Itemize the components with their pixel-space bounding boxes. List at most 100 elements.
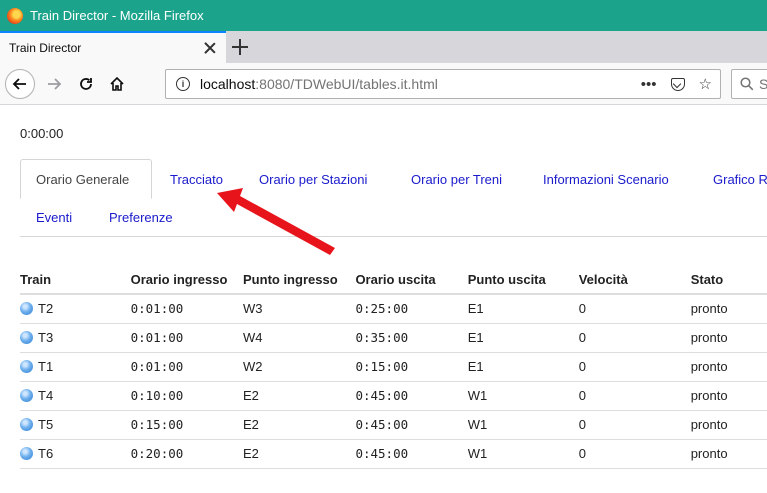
pocket-icon[interactable] bbox=[670, 77, 685, 91]
tab-orario-generale[interactable]: Orario Generale bbox=[20, 159, 152, 199]
cell-train: T5 bbox=[20, 410, 131, 440]
site-info-icon[interactable]: i bbox=[176, 77, 190, 91]
url-text[interactable]: localhost:8080/TDWebUI/tables.it.html bbox=[200, 76, 641, 92]
cell-punto-ingresso: E2 bbox=[243, 381, 356, 411]
train-id[interactable]: T2 bbox=[38, 301, 53, 316]
cell-velocita: 0 bbox=[578, 294, 691, 324]
cell-orario-ingresso: 0:10:00 bbox=[130, 381, 244, 411]
home-icon bbox=[110, 76, 124, 91]
cell-punto-uscita: W1 bbox=[467, 381, 579, 411]
arrow-left-icon bbox=[12, 78, 26, 90]
cell-punto-ingresso: W2 bbox=[243, 352, 356, 382]
window-title: Train Director - Mozilla Firefox bbox=[30, 8, 204, 23]
train-id[interactable]: T6 bbox=[38, 446, 53, 461]
browser-tab-strip: Train Director bbox=[0, 31, 767, 63]
cell-orario-ingresso: 0:01:00 bbox=[130, 323, 244, 353]
table-row[interactable]: T6 0:20:00 E2 0:45:00 W1 0 pronto bbox=[20, 439, 767, 469]
cell-orario-ingresso: 0:01:00 bbox=[130, 352, 244, 382]
cell-stato: pronto bbox=[690, 381, 767, 411]
cell-punto-uscita: W1 bbox=[467, 410, 579, 440]
back-button[interactable] bbox=[5, 69, 35, 99]
firefox-logo-icon bbox=[7, 7, 23, 24]
tab-preferenze[interactable]: Preferenze bbox=[109, 199, 173, 235]
cell-punto-uscita: E1 bbox=[467, 352, 579, 382]
cell-punto-ingresso: W4 bbox=[243, 323, 356, 353]
train-status-dot-icon bbox=[20, 360, 33, 373]
cell-punto-ingresso: E2 bbox=[243, 439, 356, 469]
cell-orario-uscita: 0:25:00 bbox=[355, 294, 468, 324]
train-status-dot-icon bbox=[20, 302, 33, 316]
header-punto-uscita[interactable]: Punto uscita bbox=[467, 266, 579, 295]
table-row[interactable]: T5 0:15:00 E2 0:45:00 W1 0 pronto bbox=[20, 410, 767, 440]
cell-velocita: 0 bbox=[578, 381, 691, 411]
header-orario-uscita[interactable]: Orario uscita bbox=[355, 266, 468, 295]
train-id[interactable]: T5 bbox=[38, 417, 53, 432]
cell-punto-ingresso: E2 bbox=[243, 410, 356, 440]
train-status-dot-icon bbox=[20, 447, 33, 460]
reload-button[interactable] bbox=[71, 69, 101, 99]
tab-tracciato[interactable]: Tracciato bbox=[170, 159, 223, 199]
cell-train: T1 bbox=[20, 352, 131, 382]
cell-orario-ingresso: 0:20:00 bbox=[130, 439, 244, 469]
url-bar[interactable]: i localhost:8080/TDWebUI/tables.it.html … bbox=[165, 69, 721, 99]
home-button[interactable] bbox=[102, 69, 132, 99]
bookmark-star-icon[interactable]: ☆ bbox=[699, 75, 712, 93]
trains-table: Train Orario ingresso Punto ingresso Ora… bbox=[20, 266, 767, 469]
tab-orario-per-stazioni[interactable]: Orario per Stazioni bbox=[259, 159, 367, 199]
header-stato[interactable]: Stato bbox=[690, 266, 767, 295]
train-status-dot-icon bbox=[20, 331, 33, 344]
header-velocita[interactable]: Velocità bbox=[578, 266, 691, 295]
close-tab-icon[interactable] bbox=[202, 40, 218, 56]
train-status-dot-icon bbox=[20, 389, 33, 402]
app-tabs-row-2: Eventi Preferenze bbox=[20, 199, 767, 237]
cell-stato: pronto bbox=[690, 352, 767, 382]
cell-stato: pronto bbox=[690, 410, 767, 440]
tab-grafico[interactable]: Grafico R bbox=[713, 159, 767, 199]
tabs-divider bbox=[20, 236, 767, 237]
reload-icon bbox=[80, 78, 92, 90]
cell-train: T4 bbox=[20, 381, 131, 411]
header-train[interactable]: Train bbox=[20, 266, 131, 295]
cell-stato: pronto bbox=[690, 439, 767, 469]
cell-stato: pronto bbox=[690, 294, 767, 324]
window-titlebar: Train Director - Mozilla Firefox bbox=[0, 0, 767, 31]
header-orario-ingresso[interactable]: Orario ingresso bbox=[130, 266, 244, 295]
cell-train: T6 bbox=[20, 439, 131, 469]
page-content: 0:00:00 Orario Generale Tracciato Orario… bbox=[0, 106, 767, 493]
table-row[interactable]: T1 0:01:00 W2 0:15:00 E1 0 pronto bbox=[20, 352, 767, 382]
table-row[interactable]: T3 0:01:00 W4 0:35:00 E1 0 pronto bbox=[20, 323, 767, 353]
table-header-row: Train Orario ingresso Punto ingresso Ora… bbox=[20, 266, 767, 295]
cell-orario-uscita: 0:15:00 bbox=[355, 352, 468, 382]
cell-punto-uscita: W1 bbox=[467, 439, 579, 469]
cell-velocita: 0 bbox=[578, 323, 691, 353]
train-id[interactable]: T3 bbox=[38, 330, 53, 345]
arrow-right-icon bbox=[48, 78, 62, 90]
cell-punto-uscita: E1 bbox=[467, 294, 579, 324]
train-id[interactable]: T4 bbox=[38, 388, 53, 403]
app-tabs-row-1: Orario Generale Tracciato Orario per Sta… bbox=[20, 159, 767, 199]
cell-train: T3 bbox=[20, 323, 131, 353]
cell-orario-ingresso: 0:01:00 bbox=[130, 294, 244, 324]
forward-button[interactable] bbox=[39, 69, 69, 99]
page-actions-icon[interactable]: ••• bbox=[641, 76, 657, 93]
search-icon bbox=[740, 77, 754, 91]
train-id[interactable]: T1 bbox=[38, 359, 53, 374]
cell-orario-uscita: 0:45:00 bbox=[355, 410, 468, 440]
browser-tab[interactable]: Train Director bbox=[0, 31, 226, 63]
header-punto-ingresso[interactable]: Punto ingresso bbox=[243, 266, 356, 295]
search-input[interactable]: S bbox=[731, 69, 767, 99]
table-row[interactable]: T4 0:10:00 E2 0:45:00 W1 0 pronto bbox=[20, 381, 767, 411]
navigation-toolbar: i localhost:8080/TDWebUI/tables.it.html … bbox=[0, 63, 767, 105]
simulation-clock: 0:00:00 bbox=[20, 126, 64, 141]
cell-velocita: 0 bbox=[578, 439, 691, 469]
cell-orario-ingresso: 0:15:00 bbox=[130, 410, 244, 440]
cell-velocita: 0 bbox=[578, 410, 691, 440]
tab-orario-per-treni[interactable]: Orario per Treni bbox=[411, 159, 502, 199]
browser-tab-title: Train Director bbox=[9, 41, 82, 55]
tab-informazioni-scenario[interactable]: Informazioni Scenario bbox=[543, 159, 669, 199]
tab-eventi[interactable]: Eventi bbox=[36, 199, 72, 235]
table-row[interactable]: T2 0:01:00 W3 0:25:00 E1 0 pronto bbox=[20, 294, 767, 324]
cell-orario-uscita: 0:45:00 bbox=[355, 439, 468, 469]
new-tab-icon[interactable] bbox=[232, 38, 250, 56]
url-host: localhost bbox=[200, 76, 256, 92]
